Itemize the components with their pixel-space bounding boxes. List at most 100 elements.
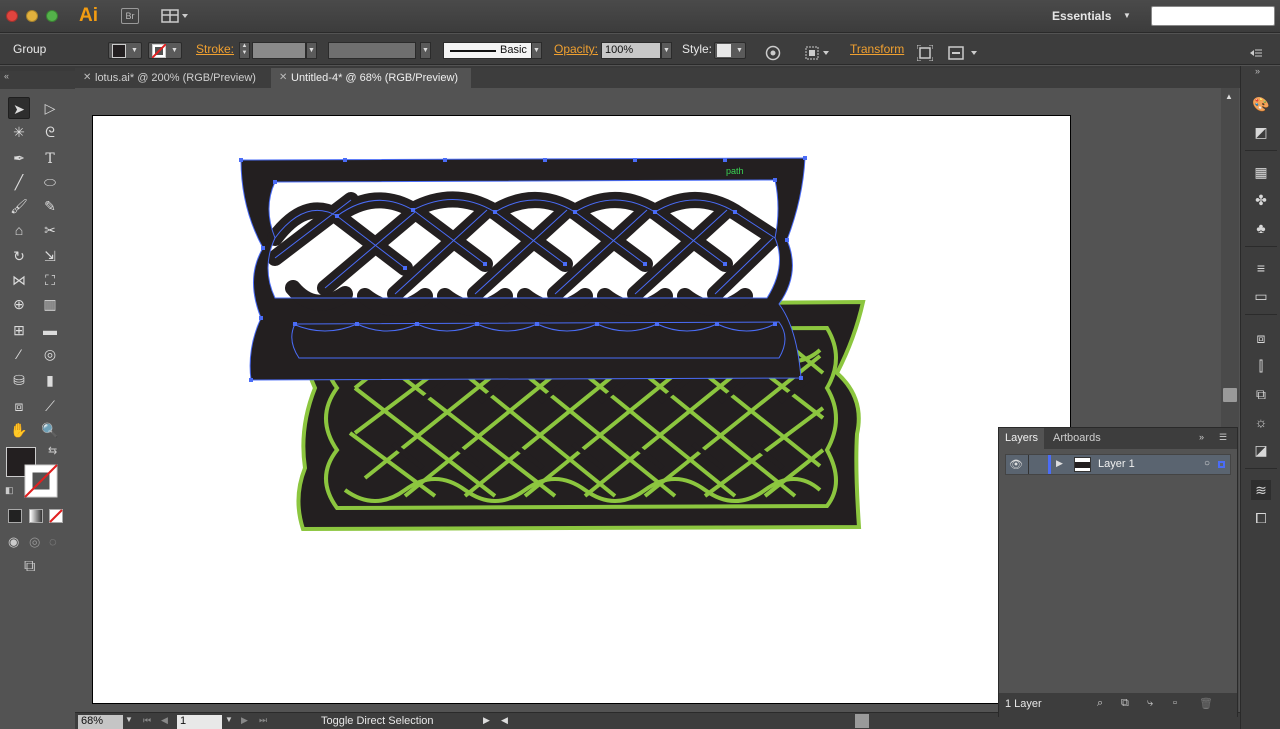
gradient-tool[interactable]: ▬ — [39, 319, 61, 341]
blend-tool[interactable]: ◎ — [39, 343, 61, 365]
draw-normal-icon[interactable]: ◉ — [8, 534, 19, 550]
chevron-down-icon[interactable]: ▼ — [306, 42, 317, 59]
tab-artboards[interactable]: Artboards — [1047, 428, 1107, 449]
previous-artboard-icon[interactable]: ◀ — [161, 715, 168, 726]
column-graph-tool[interactable]: ▮ — [39, 369, 61, 391]
chevron-down-icon[interactable]: ▼ — [225, 715, 233, 724]
stroke-weight-field[interactable] — [252, 42, 306, 59]
selection-indicator[interactable] — [1218, 461, 1225, 468]
hand-tool[interactable]: ✋ — [8, 419, 30, 441]
expand-panels-icon[interactable]: » — [1255, 66, 1260, 76]
new-layer-icon[interactable]: ▫ — [1173, 697, 1177, 709]
align-options-button[interactable] — [805, 42, 831, 60]
trash-icon[interactable]: 🗑 — [1199, 697, 1213, 710]
artboard-number-field[interactable]: 1 — [177, 715, 222, 729]
brushes-icon[interactable]: ✤ — [1251, 190, 1271, 210]
minimize-window-button[interactable] — [26, 10, 38, 22]
locate-object-icon[interactable]: ⌕ — [1097, 697, 1103, 710]
eyedropper-tool[interactable]: ⁄ — [8, 343, 30, 365]
chevron-down-icon[interactable]: ▼ — [125, 715, 133, 724]
chevron-down-icon[interactable]: ▼ — [1123, 11, 1131, 20]
layers-panel-icon[interactable]: ≋ — [1251, 480, 1271, 500]
blob-brush-tool[interactable]: ⌂ — [8, 219, 30, 241]
collapse-arrows-icon[interactable]: « — [4, 71, 9, 81]
stroke-weight-stepper[interactable]: ▲ ▼ — [239, 42, 250, 59]
bridge-button[interactable]: Br — [121, 8, 139, 24]
new-sublayer-icon[interactable]: ⤷ — [1147, 697, 1153, 710]
tab-untitled-4[interactable]: ✕ Untitled-4* @ 68% (RGB/Preview) — [271, 68, 471, 88]
horizontal-scroll-thumb[interactable] — [855, 714, 869, 728]
selection-tool[interactable]: ➤ — [8, 97, 30, 119]
recolor-artwork-button[interactable] — [765, 42, 781, 61]
chevron-down-icon[interactable]: ▼ — [420, 42, 431, 59]
ellipse-tool[interactable]: ⬭ — [39, 171, 61, 193]
slice-tool[interactable]: ⟋ — [39, 395, 61, 417]
workspace-switcher[interactable]: Essentials — [1052, 9, 1111, 23]
panel-menu-button[interactable] — [1248, 42, 1264, 58]
shape-builder-tool[interactable]: ⊕ — [8, 293, 30, 315]
panel-menu-icon[interactable]: ☰ — [1219, 432, 1227, 443]
last-artboard-icon[interactable]: ⏭ — [259, 715, 267, 726]
color-mode-button[interactable] — [8, 509, 22, 523]
default-fill-stroke-icon[interactable]: ◧ — [5, 485, 14, 496]
close-window-button[interactable] — [6, 10, 18, 22]
zoom-tool[interactable]: 🔍 — [39, 419, 61, 441]
gradient-mode-button[interactable] — [29, 509, 43, 523]
vertical-scroll-thumb[interactable] — [1223, 388, 1237, 402]
envelope-options-button[interactable] — [947, 42, 979, 60]
appearance-icon[interactable]: ☼ — [1251, 412, 1271, 432]
color-panel-icon[interactable]: 🎨 — [1251, 94, 1271, 114]
maximize-window-button[interactable] — [46, 10, 58, 22]
direct-selection-tool[interactable]: ▷ — [39, 97, 61, 119]
artboards-panel-icon[interactable]: ⧠ — [1251, 508, 1271, 528]
swap-fill-stroke-icon[interactable]: ⇆ — [48, 444, 57, 457]
type-tool[interactable]: T — [39, 147, 61, 169]
pencil-tool[interactable]: ✎ — [39, 195, 61, 217]
pen-tool[interactable]: ✒ — [8, 147, 30, 169]
stroke-color-dropdown[interactable]: ▼ — [148, 42, 182, 59]
close-icon[interactable]: ✕ — [279, 68, 287, 88]
arrange-documents-button[interactable] — [161, 9, 189, 23]
layer-row[interactable]: 👁 ▶ Layer 1 ○ — [1005, 454, 1231, 475]
scissors-tool[interactable]: ✂ — [39, 219, 61, 241]
status-menu-icon[interactable]: ▶ — [483, 715, 490, 726]
selected-knot-group[interactable] — [239, 156, 807, 382]
stroke-panel-icon[interactable]: ≡ — [1251, 258, 1271, 278]
symbols-icon[interactable]: ♣ — [1251, 218, 1271, 238]
lasso-tool[interactable]: ᘓ — [39, 121, 61, 143]
swatches-icon[interactable]: ▦ — [1251, 162, 1271, 182]
perspective-grid-tool[interactable]: ▥ — [39, 293, 61, 315]
scroll-left-icon[interactable]: ◀ — [501, 715, 508, 726]
variable-width-profile-field[interactable] — [328, 42, 416, 59]
graphic-styles-icon[interactable]: ◪ — [1251, 440, 1271, 460]
make-clipping-mask-icon[interactable]: ⧉ — [1121, 697, 1129, 710]
next-artboard-icon[interactable]: ▶ — [241, 715, 248, 726]
tab-layers[interactable]: Layers — [999, 428, 1045, 449]
chevron-down-icon[interactable]: ▼ — [661, 42, 672, 59]
tab-lotus[interactable]: ✕ lotus.ai* @ 200% (RGB/Preview) — [75, 68, 267, 88]
tools-panel-grip[interactable]: « — [0, 71, 75, 89]
eye-icon[interactable]: 👁 — [1009, 458, 1023, 471]
brush-definition-field[interactable]: Basic — [443, 42, 533, 59]
transform-panel-link[interactable]: Transform — [850, 34, 904, 65]
magic-wand-tool[interactable]: ✳ — [8, 121, 30, 143]
first-artboard-icon[interactable]: ⏮ — [143, 715, 151, 726]
color-guide-icon[interactable]: ◩ — [1251, 122, 1271, 142]
opacity-field[interactable]: 100% — [601, 42, 661, 59]
zoom-level-field[interactable]: 68% — [78, 715, 123, 729]
graphic-style-dropdown[interactable]: ▼ — [714, 42, 746, 59]
target-icon[interactable]: ○ — [1204, 458, 1210, 469]
expand-triangle-icon[interactable]: ▶ — [1056, 458, 1063, 469]
free-transform-tool[interactable]: ⛶ — [39, 269, 61, 291]
opacity-panel-link[interactable]: Opacity: — [554, 34, 598, 65]
stroke-panel-link[interactable]: Stroke: — [196, 34, 234, 65]
paintbrush-tool[interactable]: 🖌 — [8, 195, 30, 217]
width-tool[interactable]: ⋈ — [8, 269, 30, 291]
chevron-down-icon[interactable]: ▼ — [531, 42, 542, 59]
collapse-panel-icon[interactable]: » — [1199, 432, 1204, 442]
none-mode-button[interactable] — [49, 509, 63, 523]
symbol-sprayer-tool[interactable]: ⛁ — [8, 369, 30, 391]
fill-color-dropdown[interactable]: ▼ — [108, 42, 142, 59]
artboard-tool[interactable]: ⧈ — [8, 395, 30, 417]
close-icon[interactable]: ✕ — [83, 68, 91, 88]
